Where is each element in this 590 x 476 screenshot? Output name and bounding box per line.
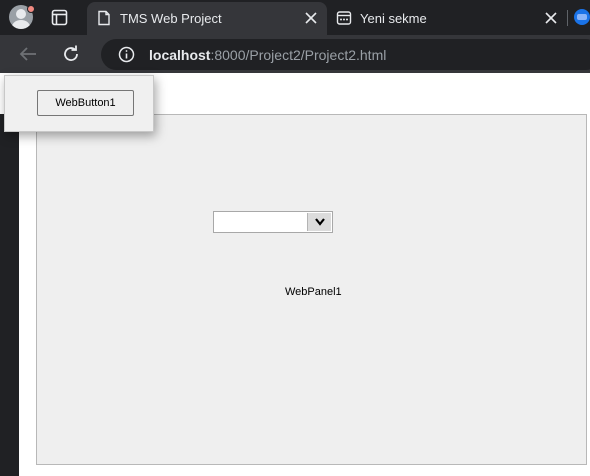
new-tab-page-icon — [336, 11, 352, 25]
tab-tms-web-project[interactable]: TMS Web Project — [87, 2, 327, 35]
page-icon — [98, 10, 110, 26]
combo-box[interactable] — [213, 211, 333, 233]
url-text: localhost:8000/Project2/Project2.html — [149, 47, 386, 63]
tab-strip: TMS Web Project Yeni sekme — [0, 0, 590, 35]
back-arrow-icon[interactable] — [17, 43, 39, 65]
tab-title: Yeni sekme — [360, 11, 427, 26]
close-icon[interactable] — [544, 11, 558, 25]
chevron-down-icon — [315, 218, 325, 226]
tab-search-icon[interactable] — [51, 9, 68, 26]
panel-caption: WebPanel1 — [285, 286, 342, 298]
address-bar[interactable]: localhost:8000/Project2/Project2.html — [101, 39, 590, 70]
info-icon[interactable] — [118, 46, 135, 63]
partial-tab-favicon-icon[interactable] — [574, 9, 590, 25]
notification-dot — [27, 5, 35, 13]
left-dark-strip — [0, 114, 19, 476]
tab-separator — [567, 10, 568, 26]
combo-dropdown-button[interactable] — [307, 213, 331, 231]
web-button[interactable]: WebButton1 — [37, 90, 134, 116]
tab-title: TMS Web Project — [120, 11, 222, 26]
close-icon[interactable] — [304, 11, 318, 25]
browser-toolbar: localhost:8000/Project2/Project2.html — [0, 35, 590, 73]
tab-yeni-sekme[interactable]: Yeni sekme — [327, 2, 567, 35]
url-path: :8000/Project2/Project2.html — [210, 47, 387, 63]
reload-icon[interactable] — [60, 43, 82, 65]
popup-panel: WebButton1 — [4, 75, 154, 132]
url-host: localhost — [149, 47, 211, 63]
